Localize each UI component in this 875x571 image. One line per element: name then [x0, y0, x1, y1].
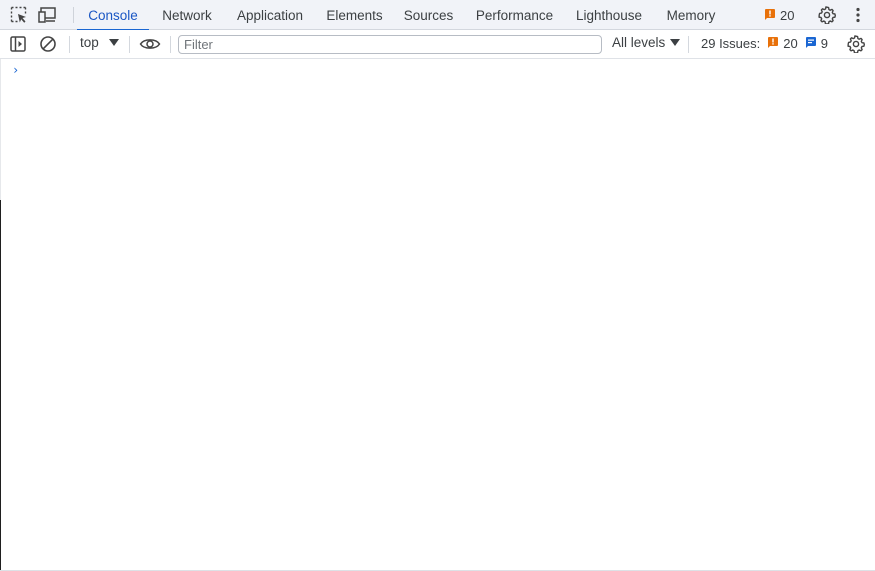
- sidebar-toggle-icon[interactable]: [8, 34, 28, 54]
- tab-lighthouse[interactable]: Lighthouse: [569, 0, 649, 30]
- chevron-down-icon: [108, 39, 119, 46]
- tab-performance[interactable]: Performance: [470, 0, 559, 30]
- info-issue-icon: [805, 36, 817, 51]
- console-toolbar: top All levels 29 Issues: 20: [0, 30, 875, 59]
- issues-counter-button[interactable]: 20: [764, 8, 794, 23]
- issue-flag-icon: [764, 8, 776, 23]
- toolbar-separator: [129, 36, 130, 53]
- issues-count: 20: [780, 8, 795, 23]
- tab-elements[interactable]: Elements: [321, 0, 388, 30]
- issues-summary-button[interactable]: 29 Issues: 20 9: [701, 36, 828, 51]
- console-prompt[interactable]: ›: [12, 63, 19, 77]
- issues-label: 29 Issues:: [701, 36, 761, 51]
- more-options-icon[interactable]: [848, 5, 868, 25]
- context-selector[interactable]: top: [80, 35, 119, 50]
- toolbar-separator: [170, 36, 171, 53]
- clear-console-icon[interactable]: [38, 34, 58, 54]
- filter-input[interactable]: [178, 35, 602, 54]
- toolbar-separator: [688, 36, 689, 53]
- warning-issue-icon: [767, 36, 779, 51]
- console-output[interactable]: ›: [0, 59, 875, 570]
- chevron-down-icon: [670, 39, 681, 46]
- settings-gear-icon[interactable]: [817, 5, 837, 25]
- devtools-tabbar: Console Network Application Elements Sou…: [0, 0, 875, 31]
- tab-application[interactable]: Application: [229, 0, 311, 30]
- toolbar-separator: [69, 36, 70, 53]
- tab-sources[interactable]: Sources: [398, 0, 459, 30]
- device-toolbar-icon[interactable]: [38, 5, 58, 25]
- log-levels-dropdown[interactable]: All levels: [612, 35, 681, 50]
- info-issue-count: 9: [820, 36, 828, 51]
- context-selector-label: top: [80, 35, 99, 50]
- inspect-element-icon[interactable]: [9, 5, 29, 25]
- live-expression-eye-icon[interactable]: [139, 34, 161, 54]
- tab-memory[interactable]: Memory: [659, 0, 723, 30]
- console-settings-gear-icon[interactable]: [846, 34, 866, 54]
- tab-console[interactable]: Console: [77, 0, 149, 31]
- log-levels-label: All levels: [612, 35, 666, 50]
- tabbar-separator: [73, 7, 74, 23]
- tab-network[interactable]: Network: [155, 0, 219, 30]
- warning-issue-count: 20: [783, 36, 798, 51]
